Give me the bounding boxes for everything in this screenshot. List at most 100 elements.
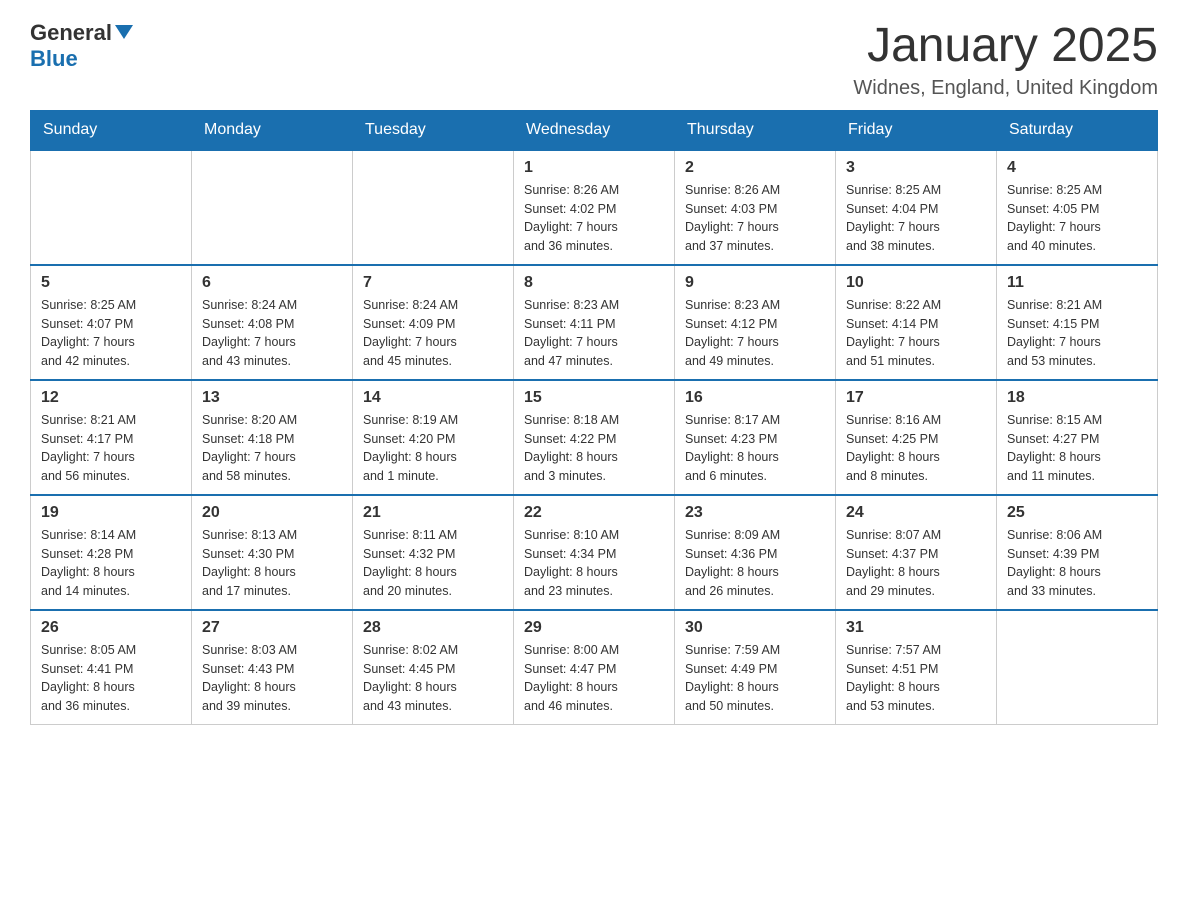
logo-arrow-icon: [115, 25, 133, 39]
logo-general: General: [30, 20, 112, 46]
calendar-cell: 27 Sunrise: 8:03 AMSunset: 4:43 PMDayligh…: [192, 610, 353, 725]
calendar-cell: 12 Sunrise: 8:21 AMSunset: 4:17 PMDayligh…: [31, 380, 192, 495]
calendar-table: SundayMondayTuesdayWednesdayThursdayFrid…: [30, 110, 1158, 725]
calendar-cell: 29Sunrise: 8:00 AMSunset: 4:47 PMDayligh…: [514, 610, 675, 725]
day-info: Sunrise: 8:22 AMSunset: 4:14 PMDaylight:…: [846, 296, 986, 371]
weekday-header-wednesday: Wednesday: [514, 110, 675, 150]
day-number: 21: [363, 504, 503, 522]
day-number: 22: [524, 504, 664, 522]
weekday-header-tuesday: Tuesday: [353, 110, 514, 150]
day-info: Sunrise: 8:05 AMSunset: 4:41 PMDaylight:…: [41, 641, 181, 716]
day-info: Sunrise: 8:21 AMSunset: 4:17 PMDaylight:…: [41, 411, 181, 486]
day-info: Sunrise: 8:23 AMSunset: 4:11 PMDaylight:…: [524, 296, 664, 371]
day-number: 1: [524, 159, 664, 177]
calendar-cell: 2 Sunrise: 8:26 AMSunset: 4:03 PMDaylight…: [675, 150, 836, 265]
calendar-cell: 25 Sunrise: 8:06 AMSunset: 4:39 PMDayligh…: [997, 495, 1158, 610]
calendar-week-5: 26 Sunrise: 8:05 AMSunset: 4:41 PMDayligh…: [31, 610, 1158, 725]
calendar-cell: 23 Sunrise: 8:09 AMSunset: 4:36 PMDayligh…: [675, 495, 836, 610]
weekday-header-sunday: Sunday: [31, 110, 192, 150]
day-info: Sunrise: 8:07 AMSunset: 4:37 PMDaylight:…: [846, 526, 986, 601]
day-info: Sunrise: 8:13 AMSunset: 4:30 PMDaylight:…: [202, 526, 342, 601]
calendar-cell: 7Sunrise: 8:24 AMSunset: 4:09 PMDaylight…: [353, 265, 514, 380]
calendar-cell: 10 Sunrise: 8:22 AMSunset: 4:14 PMDayligh…: [836, 265, 997, 380]
day-number: 8: [524, 274, 664, 292]
logo-blue: Blue: [30, 46, 78, 71]
calendar-cell: [353, 150, 514, 265]
calendar-week-2: 5Sunrise: 8:25 AMSunset: 4:07 PMDaylight…: [31, 265, 1158, 380]
calendar-cell: 11 Sunrise: 8:21 AMSunset: 4:15 PMDayligh…: [997, 265, 1158, 380]
day-number: 11: [1007, 274, 1147, 292]
calendar-cell: 3 Sunrise: 8:25 AMSunset: 4:04 PMDaylight…: [836, 150, 997, 265]
day-info: Sunrise: 8:09 AMSunset: 4:36 PMDaylight:…: [685, 526, 825, 601]
day-info: Sunrise: 8:25 AMSunset: 4:04 PMDaylight:…: [846, 181, 986, 256]
calendar-cell: 31 Sunrise: 7:57 AMSunset: 4:51 PMDayligh…: [836, 610, 997, 725]
day-number: 13: [202, 389, 342, 407]
day-info: Sunrise: 8:18 AMSunset: 4:22 PMDaylight:…: [524, 411, 664, 486]
day-info: Sunrise: 7:59 AMSunset: 4:49 PMDaylight:…: [685, 641, 825, 716]
day-number: 15: [524, 389, 664, 407]
day-number: 25: [1007, 504, 1147, 522]
calendar-cell: 6 Sunrise: 8:24 AMSunset: 4:08 PMDaylight…: [192, 265, 353, 380]
day-number: 26: [41, 619, 181, 637]
day-number: 31: [846, 619, 986, 637]
day-info: Sunrise: 8:25 AMSunset: 4:07 PMDaylight:…: [41, 296, 181, 371]
weekday-header-thursday: Thursday: [675, 110, 836, 150]
calendar-cell: 5Sunrise: 8:25 AMSunset: 4:07 PMDaylight…: [31, 265, 192, 380]
day-info: Sunrise: 8:20 AMSunset: 4:18 PMDaylight:…: [202, 411, 342, 486]
day-info: Sunrise: 8:10 AMSunset: 4:34 PMDaylight:…: [524, 526, 664, 601]
day-number: 4: [1007, 159, 1147, 177]
day-info: Sunrise: 8:21 AMSunset: 4:15 PMDaylight:…: [1007, 296, 1147, 371]
day-number: 3: [846, 159, 986, 177]
location: Widnes, England, United Kingdom: [853, 77, 1158, 100]
weekday-header-saturday: Saturday: [997, 110, 1158, 150]
calendar-week-4: 19 Sunrise: 8:14 AMSunset: 4:28 PMDayligh…: [31, 495, 1158, 610]
calendar-cell: 1 Sunrise: 8:26 AMSunset: 4:02 PMDaylight…: [514, 150, 675, 265]
day-info: Sunrise: 8:03 AMSunset: 4:43 PMDaylight:…: [202, 641, 342, 716]
calendar-cell: 15 Sunrise: 8:18 AMSunset: 4:22 PMDayligh…: [514, 380, 675, 495]
day-info: Sunrise: 8:25 AMSunset: 4:05 PMDaylight:…: [1007, 181, 1147, 256]
day-info: Sunrise: 8:26 AMSunset: 4:03 PMDaylight:…: [685, 181, 825, 256]
day-info: Sunrise: 8:06 AMSunset: 4:39 PMDaylight:…: [1007, 526, 1147, 601]
day-info: Sunrise: 8:16 AMSunset: 4:25 PMDaylight:…: [846, 411, 986, 486]
day-number: 18: [1007, 389, 1147, 407]
day-number: 19: [41, 504, 181, 522]
calendar-cell: 8 Sunrise: 8:23 AMSunset: 4:11 PMDaylight…: [514, 265, 675, 380]
day-info: Sunrise: 8:14 AMSunset: 4:28 PMDaylight:…: [41, 526, 181, 601]
page-header: General Blue January 2025 Widnes, Englan…: [30, 20, 1158, 100]
day-info: Sunrise: 8:24 AMSunset: 4:09 PMDaylight:…: [363, 296, 503, 371]
logo: General Blue: [30, 20, 133, 72]
day-number: 30: [685, 619, 825, 637]
day-number: 28: [363, 619, 503, 637]
day-info: Sunrise: 8:26 AMSunset: 4:02 PMDaylight:…: [524, 181, 664, 256]
weekday-header-monday: Monday: [192, 110, 353, 150]
day-number: 12: [41, 389, 181, 407]
day-number: 6: [202, 274, 342, 292]
calendar-header: SundayMondayTuesdayWednesdayThursdayFrid…: [31, 110, 1158, 150]
day-info: Sunrise: 8:19 AMSunset: 4:20 PMDaylight:…: [363, 411, 503, 486]
day-number: 16: [685, 389, 825, 407]
calendar-cell: 26 Sunrise: 8:05 AMSunset: 4:41 PMDayligh…: [31, 610, 192, 725]
calendar-cell: 21Sunrise: 8:11 AMSunset: 4:32 PMDayligh…: [353, 495, 514, 610]
day-number: 14: [363, 389, 503, 407]
day-number: 23: [685, 504, 825, 522]
day-info: Sunrise: 8:02 AMSunset: 4:45 PMDaylight:…: [363, 641, 503, 716]
calendar-cell: 19 Sunrise: 8:14 AMSunset: 4:28 PMDayligh…: [31, 495, 192, 610]
calendar-cell: 16 Sunrise: 8:17 AMSunset: 4:23 PMDayligh…: [675, 380, 836, 495]
day-number: 27: [202, 619, 342, 637]
day-number: 17: [846, 389, 986, 407]
day-number: 10: [846, 274, 986, 292]
day-info: Sunrise: 8:00 AMSunset: 4:47 PMDaylight:…: [524, 641, 664, 716]
day-info: Sunrise: 8:24 AMSunset: 4:08 PMDaylight:…: [202, 296, 342, 371]
month-title: January 2025: [853, 20, 1158, 73]
day-number: 2: [685, 159, 825, 177]
day-info: Sunrise: 8:17 AMSunset: 4:23 PMDaylight:…: [685, 411, 825, 486]
day-info: Sunrise: 8:15 AMSunset: 4:27 PMDaylight:…: [1007, 411, 1147, 486]
calendar-week-3: 12 Sunrise: 8:21 AMSunset: 4:17 PMDayligh…: [31, 380, 1158, 495]
day-info: Sunrise: 7:57 AMSunset: 4:51 PMDaylight:…: [846, 641, 986, 716]
calendar-cell: [192, 150, 353, 265]
day-number: 20: [202, 504, 342, 522]
calendar-cell: [31, 150, 192, 265]
title-section: January 2025 Widnes, England, United Kin…: [853, 20, 1158, 100]
calendar-cell: 14 Sunrise: 8:19 AMSunset: 4:20 PMDayligh…: [353, 380, 514, 495]
calendar-cell: 17 Sunrise: 8:16 AMSunset: 4:25 PMDayligh…: [836, 380, 997, 495]
